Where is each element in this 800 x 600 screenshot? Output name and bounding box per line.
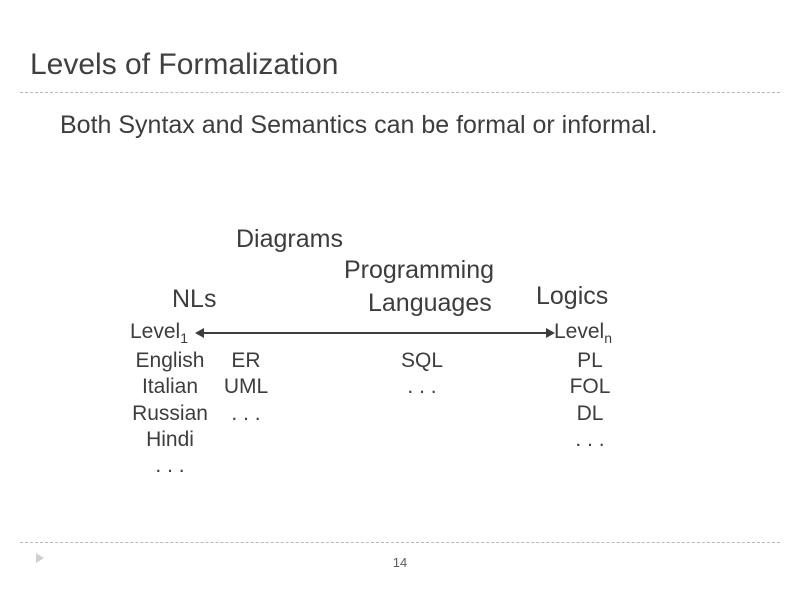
list-item: Italian <box>130 374 210 400</box>
level-left-base: Level <box>130 320 180 343</box>
list-item: . . . <box>130 453 210 479</box>
list-item: FOL <box>560 374 620 400</box>
list-item: Russian <box>130 401 210 427</box>
divider-bottom <box>20 542 780 543</box>
list-item: DL <box>560 401 620 427</box>
list-item: Hindi <box>130 427 210 453</box>
list-item: UML <box>216 374 276 400</box>
level-right: Leveln <box>554 320 612 346</box>
label-nls: NLs <box>172 285 216 314</box>
axis-arrow <box>202 332 548 334</box>
list-item: English <box>130 348 210 374</box>
column-diagrams: ER UML . . . <box>216 348 276 427</box>
list-item: . . . <box>560 427 620 453</box>
label-diagrams: Diagrams <box>236 225 343 254</box>
level-right-sub: n <box>604 330 612 346</box>
label-programming: Programming <box>344 256 494 285</box>
level-left-sub: 1 <box>180 330 188 346</box>
list-item: . . . <box>392 374 452 400</box>
label-languages: Languages <box>368 289 492 318</box>
label-logics: Logics <box>536 282 608 311</box>
column-nls: English Italian Russian Hindi . . . <box>130 348 210 479</box>
level-right-base: Level <box>554 320 604 343</box>
slide: Levels of Formalization Both Syntax and … <box>0 0 800 600</box>
page-number: 14 <box>0 555 800 570</box>
list-item: PL <box>560 348 620 374</box>
level-left: Level1 <box>130 320 188 346</box>
list-item: ER <box>216 348 276 374</box>
list-item: SQL <box>392 348 452 374</box>
list-item: . . . <box>216 401 276 427</box>
diagram-area: Diagrams NLs Programming Languages Logic… <box>0 0 800 600</box>
column-programming: SQL . . . <box>392 348 452 401</box>
column-logics: PL FOL DL . . . <box>560 348 620 453</box>
